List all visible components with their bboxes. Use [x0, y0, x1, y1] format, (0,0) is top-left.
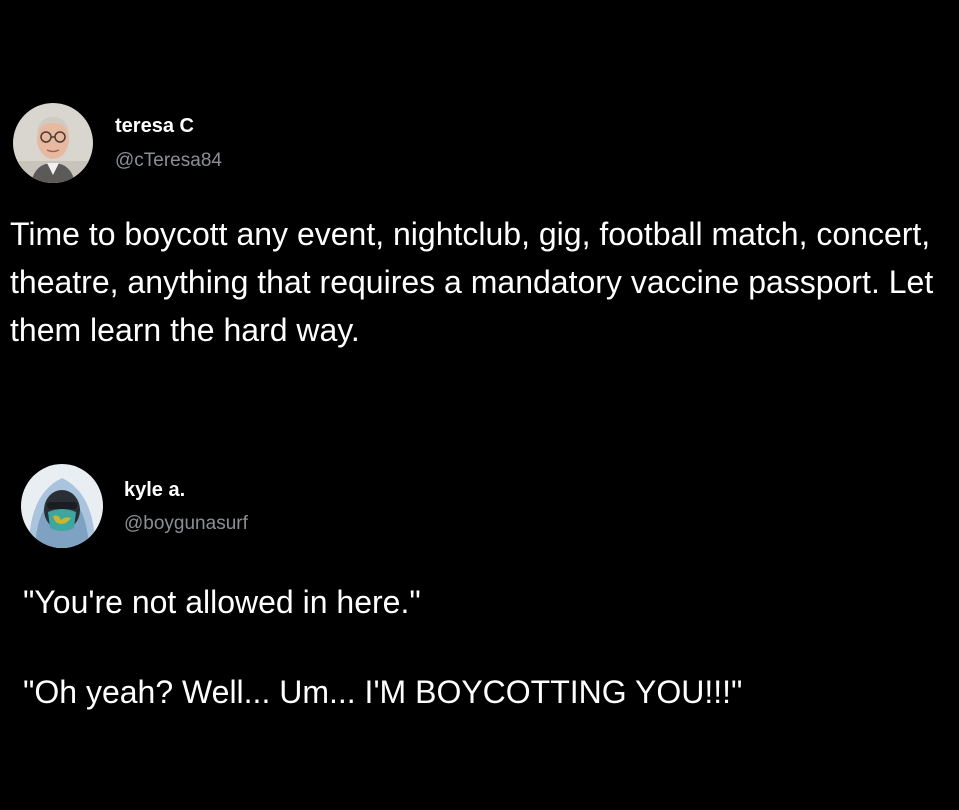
display-name[interactable]: kyle a.	[124, 479, 185, 502]
user-handle[interactable]: @boygunasurf	[124, 513, 248, 535]
tweet-text: Time to boycott any event, nightclub, gi…	[10, 216, 934, 348]
display-name[interactable]: teresa C	[115, 115, 194, 138]
avatar-image	[21, 464, 103, 548]
avatar[interactable]	[21, 464, 103, 548]
tweet-text: "You're not allowed in here." "Oh yeah? …	[23, 584, 743, 710]
user-handle[interactable]: @cTeresa84	[115, 150, 222, 172]
avatar[interactable]	[13, 103, 93, 183]
avatar-image	[13, 103, 93, 183]
